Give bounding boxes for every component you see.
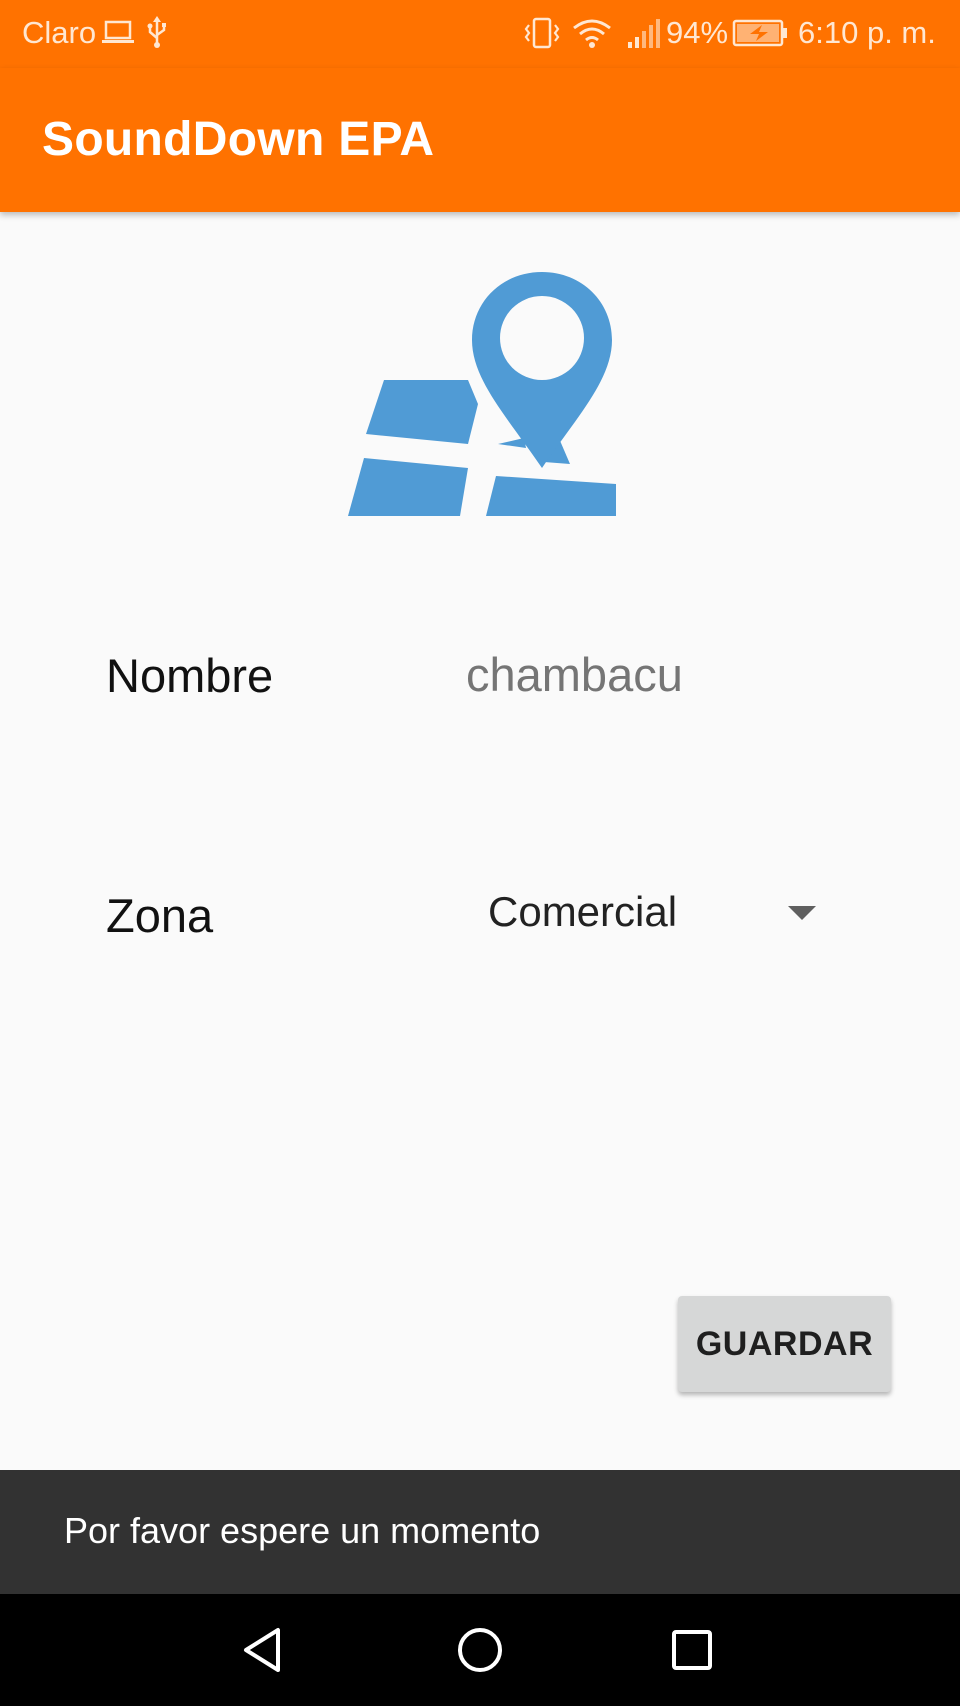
wifi-icon [573, 19, 611, 48]
battery-percent: 94% [666, 15, 729, 50]
app-bar: SoundDown EPA [0, 68, 960, 212]
home-icon[interactable] [450, 1620, 510, 1680]
app-title: SoundDown EPA [42, 113, 435, 166]
screen: Claro 94% 6:10 p. m. SoundDown EPA Nombr… [0, 0, 960, 1706]
carrier-label: Claro [22, 15, 97, 50]
back-icon[interactable] [236, 1620, 296, 1680]
clock: 6:10 p. m. [798, 15, 936, 50]
zona-dropdown[interactable]: Comercial [488, 880, 828, 946]
usb-icon [147, 16, 166, 48]
nombre-label: Nombre [106, 649, 274, 702]
snackbar: Por favor espere un momento [0, 1470, 960, 1594]
navigation-bar [0, 1594, 960, 1706]
zona-selected-value: Comercial [488, 888, 678, 935]
nombre-input[interactable] [466, 642, 766, 706]
save-button[interactable]: GUARDAR [678, 1296, 891, 1392]
map-pin-icon [348, 272, 616, 516]
status-bar: Claro 94% 6:10 p. m. [0, 0, 960, 68]
dropdown-arrow-icon [788, 906, 816, 920]
vibrate-icon [524, 17, 560, 49]
snackbar-message: Por favor espere un momento [64, 1510, 541, 1551]
zona-label: Zona [106, 889, 214, 942]
recents-icon[interactable] [662, 1620, 722, 1680]
laptop-icon [102, 20, 134, 43]
battery-charging-icon [732, 19, 787, 47]
signal-icon [628, 19, 660, 48]
